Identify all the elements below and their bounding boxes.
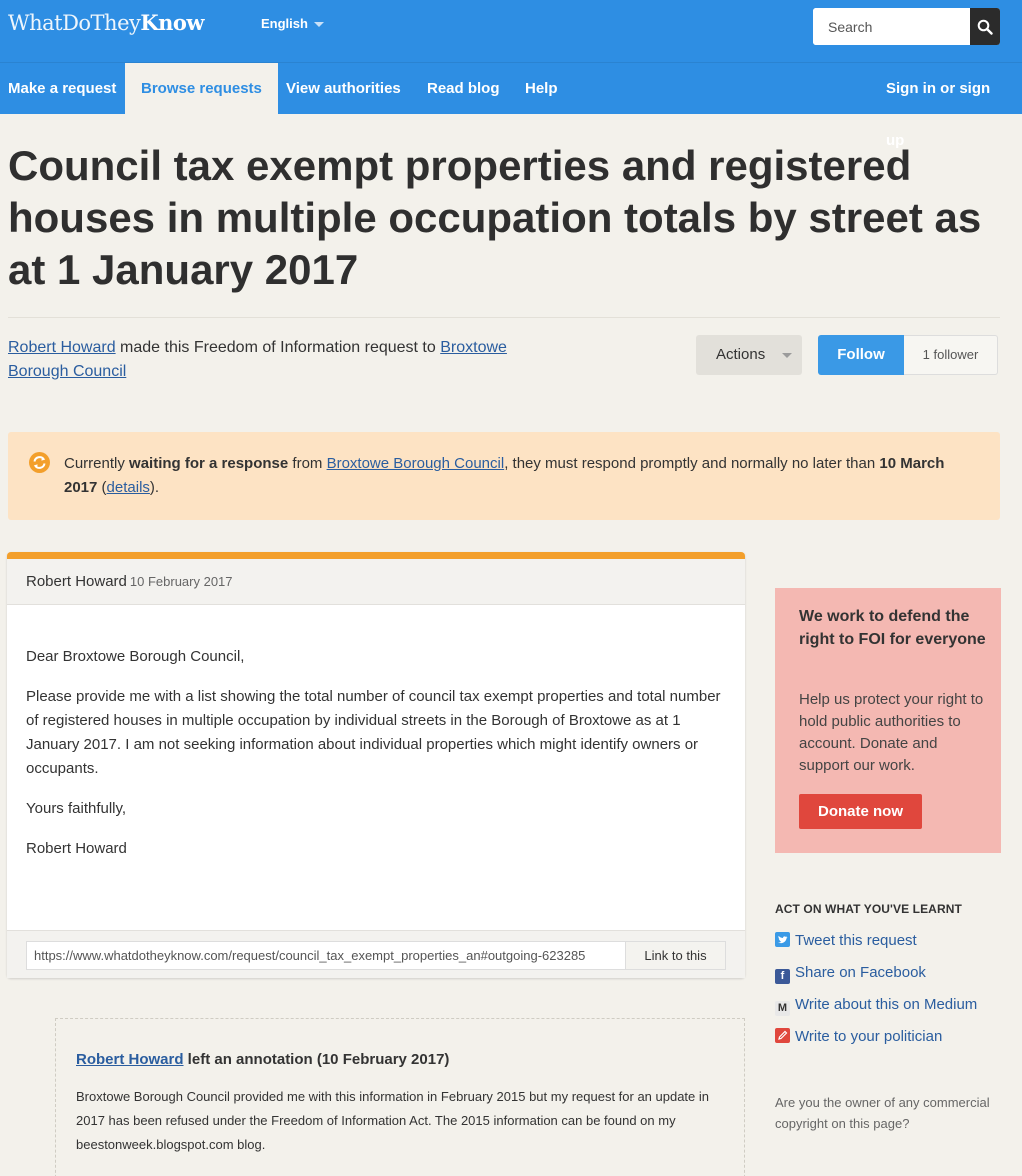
nav-browse-requests[interactable]: Browse requests: [125, 63, 278, 115]
message-author: Robert Howard: [26, 573, 127, 590]
request-status-banner: Currently waiting for a response from Br…: [8, 432, 1000, 520]
message-greeting: Dear Broxtowe Borough Council,: [26, 648, 245, 665]
chevron-down-icon: [782, 353, 792, 358]
link-to-this-button[interactable]: Link to this: [625, 941, 726, 970]
medium-label: Write about this on Medium: [795, 996, 978, 1013]
twitter-icon: [775, 932, 790, 947]
follower-count: 1 follower: [904, 335, 998, 375]
nav-read-blog[interactable]: Read blog: [411, 63, 516, 115]
medium-icon: M: [775, 1001, 790, 1016]
nav-view-authorities[interactable]: View authorities: [270, 63, 417, 115]
language-selector[interactable]: English: [261, 16, 324, 31]
message-footer: https://www.whatdotheyknow.com/request/c…: [7, 930, 745, 978]
politician-label: Write to your politician: [795, 1028, 943, 1045]
actions-dropdown[interactable]: Actions: [696, 335, 802, 375]
main-nav: Make a request Browse requests View auth…: [0, 62, 1022, 149]
page-title: Council tax exempt properties and regist…: [8, 142, 982, 293]
tweet-label: Tweet this request: [795, 932, 917, 949]
search-input[interactable]: [813, 8, 970, 45]
request-byline: Robert Howard made this Freedom of Infor…: [8, 336, 568, 384]
search-button[interactable]: [970, 8, 1000, 45]
byline-text: made this Freedom of Information request…: [115, 339, 441, 356]
status-text: Currently waiting for a response from Br…: [64, 452, 964, 500]
annotation-text: Broxtowe Borough Council provided me wit…: [76, 1089, 710, 1152]
annotation-header: Robert Howard left an annotation (10 Feb…: [76, 1051, 449, 1068]
site-logo[interactable]: WhatDoTheyKnow: [8, 10, 204, 35]
message-signature: Robert Howard: [26, 840, 127, 857]
outgoing-message: Robert Howard 10 February 2017 Dear Broxt…: [7, 552, 745, 978]
language-label: English: [261, 16, 308, 31]
status-details-link[interactable]: details: [107, 479, 150, 496]
pencil-icon: [775, 1028, 790, 1043]
status-from: from: [288, 455, 327, 472]
follow-button[interactable]: Follow: [818, 335, 904, 375]
promo-text: Help us protect your right to hold publi…: [799, 691, 984, 774]
message-header: Robert Howard 10 February 2017: [7, 559, 745, 605]
annotation: Robert Howard left an annotation (10 Feb…: [55, 1018, 745, 1176]
status-paren: (: [97, 479, 107, 496]
message-body: Dear Broxtowe Borough Council, Please pr…: [26, 645, 726, 877]
site-header: WhatDoTheyKnow English: [0, 0, 1022, 62]
annotation-author-link[interactable]: Robert Howard: [76, 1051, 184, 1068]
actions-label: Actions: [716, 346, 766, 363]
promo-heading: We work to defend the right to FOI for e…: [799, 608, 986, 648]
facebook-icon: f: [775, 969, 790, 984]
chevron-down-icon: [313, 22, 324, 28]
search-form: [813, 8, 1000, 45]
status-pre: Currently: [64, 455, 130, 472]
medium-link[interactable]: M Write about this on Medium: [775, 994, 977, 1016]
donate-promo: We work to defend the right to FOI for e…: [775, 588, 1001, 853]
facebook-link[interactable]: f Share on Facebook: [775, 962, 926, 984]
permalink-field[interactable]: https://www.whatdotheyknow.com/request/c…: [26, 941, 626, 970]
search-icon: [977, 19, 993, 35]
donate-button[interactable]: Donate now: [799, 794, 922, 829]
status-authority-link[interactable]: Broxtowe Borough Council: [327, 455, 505, 472]
politician-link[interactable]: Write to your politician: [775, 1026, 942, 1048]
message-signoff: Yours faithfully,: [26, 800, 127, 817]
share-heading: ACT ON WHAT YOU'VE LEARNT: [775, 902, 962, 916]
status-mid: , they must respond promptly and normall…: [504, 455, 880, 472]
status-paren-close: ).: [149, 479, 160, 496]
nav-help[interactable]: Help: [509, 63, 574, 115]
message-paragraph: Please provide me with a list showing th…: [26, 688, 721, 777]
requester-link[interactable]: Robert Howard: [8, 339, 116, 356]
divider: [8, 317, 1000, 318]
nav-sign-in[interactable]: Sign in or sign up: [870, 63, 1022, 149]
waiting-icon: [29, 452, 50, 473]
tweet-link[interactable]: Tweet this request: [775, 930, 917, 952]
facebook-label: Share on Facebook: [795, 964, 926, 981]
status-state: waiting for a response: [129, 455, 289, 472]
nav-make-request[interactable]: Make a request: [0, 63, 132, 115]
message-date: 10 February 2017: [129, 574, 233, 589]
annotation-header-text: left an annotation (10 February 2017): [183, 1051, 450, 1068]
copyright-question[interactable]: Are you the owner of any commercial copy…: [775, 1092, 1001, 1134]
